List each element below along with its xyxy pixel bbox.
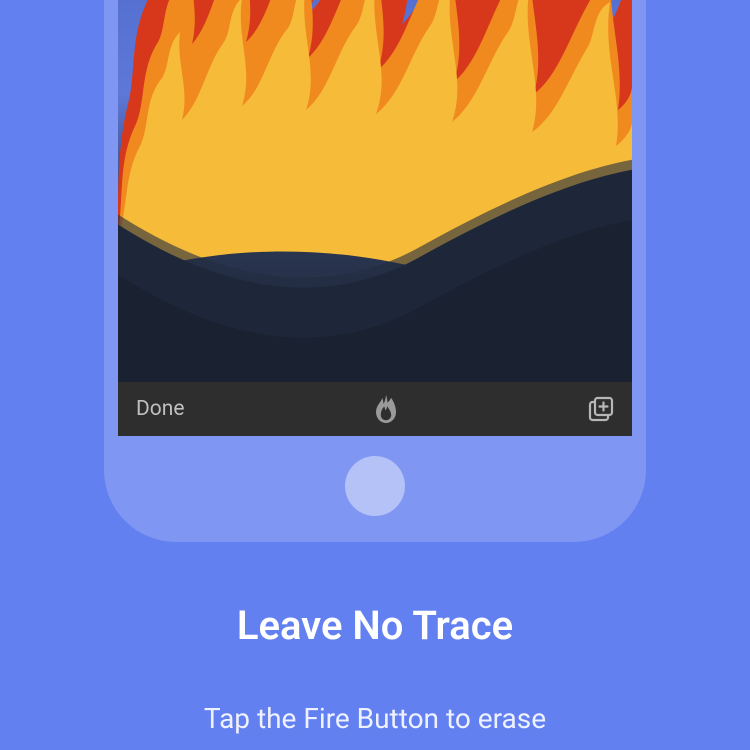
tabs-add-icon bbox=[588, 396, 614, 422]
fire-button[interactable] bbox=[374, 395, 398, 423]
onboarding-subtext: Tap the Fire Button to erase bbox=[0, 702, 750, 735]
phone-home-button bbox=[345, 456, 405, 516]
phone-screen: Done bbox=[118, 0, 632, 436]
flame-icon bbox=[374, 395, 398, 423]
browser-tabbar: Done bbox=[118, 382, 632, 436]
onboarding-headline: Leave No Trace bbox=[0, 602, 750, 649]
done-button[interactable]: Done bbox=[136, 397, 185, 421]
dark-foreground-wave bbox=[118, 68, 632, 388]
phone-mock: Done bbox=[104, 0, 646, 542]
tabs-button[interactable] bbox=[588, 396, 614, 422]
